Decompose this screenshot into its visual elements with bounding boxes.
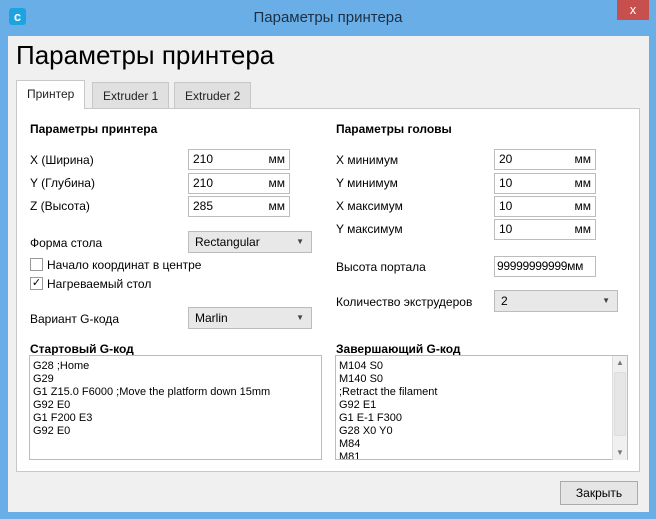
z-input[interactable]: 285 мм — [188, 196, 290, 217]
tab-printer[interactable]: Принтер — [16, 80, 86, 109]
unit: мм — [268, 199, 286, 213]
origin-center-label: Начало координат в центре — [47, 258, 202, 272]
gantry-height-label: Высота портала — [336, 260, 426, 274]
heated-bed-label: Нагреваемый стол — [47, 277, 152, 291]
chevron-down-icon: ▼ — [296, 313, 304, 322]
z-value: 285 — [193, 199, 214, 213]
scroll-down-icon[interactable]: ▼ — [616, 448, 624, 457]
end-gcode-scrollbar[interactable]: ▲ ▼ — [612, 356, 627, 460]
start-gcode-label: Стартовый G-код — [30, 342, 134, 356]
y-input[interactable]: 210 мм — [188, 173, 290, 194]
head-section-title: Параметры головы — [336, 122, 452, 136]
end-gcode-label: Завершающий G-код — [336, 342, 461, 356]
ymin-value: 10 — [499, 176, 513, 190]
gantry-height-value: 99999999999 — [497, 259, 568, 273]
tab-extruder-2[interactable]: Extruder 2 — [174, 82, 252, 109]
unit: мм — [574, 199, 592, 213]
extruder-count-select[interactable]: 2 ▼ — [494, 290, 618, 312]
chevron-down-icon: ▼ — [296, 237, 304, 246]
printer-section-title: Параметры принтера — [30, 122, 158, 136]
x-input[interactable]: 210 мм — [188, 149, 290, 170]
gantry-height-input[interactable]: 99999999999мм — [494, 256, 596, 277]
ymax-value: 10 — [499, 222, 513, 236]
scroll-up-icon[interactable]: ▲ — [616, 358, 624, 367]
unit: мм — [268, 152, 286, 166]
gcode-flavor-select[interactable]: Marlin ▼ — [188, 307, 312, 329]
end-gcode-textarea[interactable]: M104 S0 M140 S0 ;Retract the filament G9… — [335, 355, 628, 460]
extruder-count-label: Количество экструдеров — [336, 295, 473, 309]
xmin-label: X минимум — [336, 153, 399, 167]
gcode-flavor-label: Вариант G-кода — [30, 312, 119, 326]
ymax-input[interactable]: 10 мм — [494, 219, 596, 240]
z-label: Z (Высота) — [30, 199, 90, 213]
gcode-flavor-value: Marlin — [195, 311, 228, 325]
bed-shape-select[interactable]: Rectangular ▼ — [188, 231, 312, 253]
ymax-label: Y максимум — [336, 222, 403, 236]
chevron-down-icon: ▼ — [602, 296, 610, 305]
x-label: X (Ширина) — [30, 153, 94, 167]
bed-shape-label: Форма стола — [30, 236, 103, 250]
xmin-value: 20 — [499, 152, 513, 166]
page-title: Параметры принтера — [16, 40, 275, 70]
window-title: Параметры принтера — [253, 9, 403, 26]
tab-extruder-1[interactable]: Extruder 1 — [92, 82, 170, 109]
ymin-input[interactable]: 10 мм — [494, 173, 596, 194]
x-value: 210 — [193, 152, 214, 166]
title-bar[interactable]: c Параметры принтера x — [0, 0, 656, 36]
scrollbar-thumb[interactable] — [614, 372, 626, 436]
xmax-input[interactable]: 10 мм — [494, 196, 596, 217]
xmax-label: X максимум — [336, 199, 403, 213]
xmin-input[interactable]: 20 мм — [494, 149, 596, 170]
extruder-count-value: 2 — [501, 294, 508, 308]
y-label: Y (Глубина) — [30, 176, 95, 190]
origin-center-checkbox[interactable] — [30, 258, 43, 271]
unit: мм — [268, 176, 286, 190]
heated-bed-checkbox[interactable]: ✓ — [30, 277, 43, 290]
y-value: 210 — [193, 176, 214, 190]
bed-shape-value: Rectangular — [195, 235, 260, 249]
unit: мм — [574, 176, 592, 190]
close-button[interactable]: Закрыть — [560, 481, 638, 505]
check-icon: ✓ — [31, 277, 42, 289]
unit: мм — [574, 152, 592, 166]
start-gcode-textarea[interactable]: G28 ;Home G29 G1 Z15.0 F6000 ;Move the p… — [29, 355, 322, 460]
ymin-label: Y минимум — [336, 176, 398, 190]
window-close-button[interactable]: x — [617, 0, 649, 20]
unit: мм — [574, 222, 592, 236]
xmax-value: 10 — [499, 199, 513, 213]
unit: мм — [567, 259, 584, 273]
